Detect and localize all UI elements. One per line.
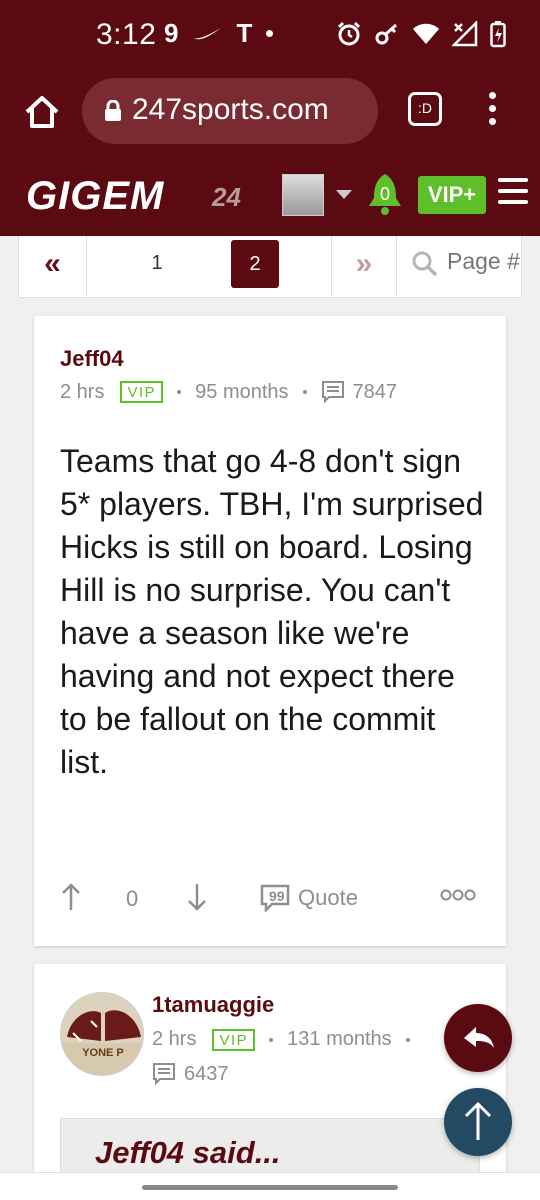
vip-plus-button[interactable]: VIP+ — [418, 176, 486, 214]
separator-dot — [269, 1037, 274, 1042]
hamburger-menu-icon[interactable] — [498, 178, 528, 208]
status-time: 3:12 — [96, 18, 157, 51]
home-icon — [25, 96, 59, 128]
tab-switcher-button[interactable]: :D — [408, 92, 442, 126]
svg-text:99: 99 — [269, 888, 285, 904]
nike-swoosh-icon — [192, 18, 222, 49]
browser-menu-button[interactable] — [482, 88, 502, 132]
pagination: « 1 2 » — [18, 236, 522, 298]
search-icon — [412, 251, 438, 277]
vip-badge: VIP — [120, 381, 164, 403]
notification-count: 0 — [379, 184, 390, 204]
more-options-icon[interactable] — [440, 888, 476, 902]
separator-dot — [177, 390, 182, 394]
post-count-row: 6437 — [152, 1062, 229, 1086]
post-username[interactable]: Jeff04 — [60, 346, 124, 372]
vote-count: 0 — [126, 886, 139, 911]
site-logo[interactable]: GIGEM — [26, 174, 164, 219]
status-notification-icons: 9 T — [164, 18, 274, 49]
notifications-button[interactable]: 0 — [366, 172, 404, 218]
status-system-icons — [336, 20, 506, 48]
site-logo-suffix: 24 — [212, 182, 241, 212]
battery-icon — [490, 21, 506, 48]
notification-dot-icon — [266, 30, 274, 37]
site-header: GIGEM 24 0 VIP+ — [0, 160, 540, 236]
avatar-image — [61, 993, 143, 1075]
avatar-text: YONE P — [82, 1047, 124, 1059]
post-time: 2 hrs — [60, 380, 105, 403]
post-time: 2 hrs — [152, 1028, 197, 1050]
reply-button[interactable] — [444, 1004, 512, 1072]
alarm-icon — [337, 21, 361, 46]
vip-badge: VIP — [212, 1028, 256, 1051]
page-2-current[interactable]: 2 — [231, 240, 279, 288]
post-card: YONE P 1tamuaggie 2 hrs VIP 131 months 6… — [34, 964, 506, 1200]
member-tenure: 95 months — [195, 380, 289, 403]
upvote-arrow-icon[interactable] — [60, 882, 82, 912]
page-number-input[interactable] — [447, 248, 521, 275]
arrow-up-icon — [464, 1101, 492, 1140]
wifi-icon — [413, 23, 439, 44]
key-icon — [375, 23, 398, 45]
scroll-to-top-button[interactable] — [444, 1088, 512, 1156]
quote-button[interactable]: Quote — [298, 885, 358, 911]
post-body: Teams that go 4-8 don't sign 5* players.… — [60, 443, 484, 780]
no-signal-icon — [452, 21, 478, 47]
quote-header: Jeff04 said... — [95, 1135, 281, 1170]
lock-icon — [105, 100, 121, 121]
post-avatar[interactable]: YONE P — [60, 992, 144, 1076]
chevron-down-icon[interactable] — [336, 190, 352, 199]
notification-9-icon: 9 — [164, 18, 179, 48]
post-count: 7847 — [352, 380, 398, 403]
page-1-link[interactable]: 1 — [139, 236, 175, 296]
next-page-button[interactable]: » — [331, 236, 397, 296]
notification-t-icon: T — [236, 18, 253, 48]
navigation-gesture-bar — [0, 1172, 540, 1200]
address-bar[interactable]: 247sports.com — [82, 78, 378, 144]
post-meta: 2 hrs VIP 95 months 7847 — [60, 380, 397, 404]
reply-arrow-icon — [464, 1027, 494, 1048]
user-avatar[interactable] — [282, 174, 324, 216]
posts-count-icon — [321, 381, 344, 404]
posts-count-icon — [153, 1063, 175, 1086]
url-text: 247sports.com — [132, 93, 329, 126]
first-page-button[interactable]: « — [19, 236, 87, 296]
separator-dot — [405, 1037, 410, 1042]
gesture-handle[interactable] — [142, 1185, 398, 1190]
post-meta: 2 hrs VIP 131 months — [152, 1028, 424, 1051]
quote-icon[interactable]: 99 — [260, 884, 290, 912]
member-tenure: 131 months — [287, 1028, 392, 1050]
post-actions: 0 99 Quote — [58, 878, 488, 918]
browser-toolbar: 247sports.com :D — [0, 72, 540, 160]
home-button[interactable] — [22, 92, 62, 132]
separator-dot — [302, 390, 307, 394]
status-bar: 3:12 9 T — [0, 0, 540, 72]
downvote-arrow-icon[interactable] — [186, 882, 208, 912]
post-count: 6437 — [184, 1062, 229, 1085]
post-card: Jeff04 2 hrs VIP 95 months 7847 Teams th… — [34, 316, 506, 946]
post-username[interactable]: 1tamuaggie — [152, 992, 274, 1018]
